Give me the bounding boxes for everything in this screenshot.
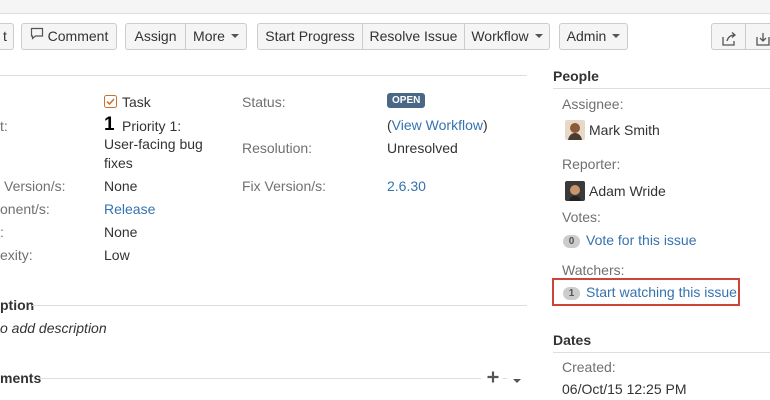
priority-1-icon: 1 [104, 114, 115, 135]
watchers-label: Watchers: [562, 262, 625, 278]
people-heading: People [553, 68, 599, 84]
dates-heading: Dates [553, 332, 592, 348]
add-comment-plus-icon[interactable] [486, 370, 500, 384]
comments-options-chevron-down-icon[interactable] [513, 372, 521, 388]
dates-divider [553, 352, 770, 353]
labels-value: None [104, 224, 138, 240]
task-icon [104, 95, 117, 111]
chevron-down-icon [612, 34, 621, 39]
workflow-button[interactable]: Workflow [465, 24, 549, 49]
workflow-group: Start Progress Resolve Issue Workflow [257, 23, 550, 50]
component-release-link[interactable]: Release [104, 201, 155, 217]
chevron-down-icon [534, 34, 543, 39]
complexity-value: Low [104, 247, 130, 263]
description-heading: ption [0, 297, 35, 313]
paren-close: ) [482, 117, 488, 133]
created-value: 06/Oct/15 12:25 PM [562, 381, 687, 397]
assignee-avatar [565, 120, 585, 140]
more-label: More [193, 28, 225, 44]
resolution-value: Unresolved [387, 140, 458, 156]
assignee-name[interactable]: Mark Smith [589, 122, 660, 138]
component-label: onent/s: [0, 201, 50, 217]
comments-divider-right [503, 378, 507, 379]
comment-label: Comment [47, 28, 109, 44]
comments-heading: ments [0, 370, 42, 386]
description-placeholder[interactable]: o add description [0, 320, 107, 336]
status-badge: OPEN [387, 93, 426, 108]
priority-value-line1: Priority 1: [122, 118, 182, 134]
priority-label: t: [0, 118, 8, 134]
fix-version-link[interactable]: 2.6.30 [387, 178, 426, 194]
admin-label: Admin [566, 28, 607, 44]
start-watching-link[interactable]: Start watching this issue [586, 284, 737, 300]
description-divider [32, 305, 527, 306]
affects-version-value: None [104, 178, 138, 194]
share-icon [721, 29, 737, 54]
comment-icon [30, 23, 44, 48]
fix-version-label: Fix Version/s: [242, 178, 327, 194]
export-button[interactable] [746, 24, 770, 49]
reporter-label: Reporter: [562, 156, 621, 172]
workflow-label: Workflow [471, 28, 529, 44]
assignee-label: Assignee: [562, 96, 624, 112]
labels-label: : [0, 224, 4, 240]
resolve-issue-button[interactable]: Resolve Issue [363, 24, 465, 49]
reporter-name[interactable]: Adam Wride [589, 183, 666, 199]
vote-for-issue-link[interactable]: Vote for this issue [586, 232, 697, 248]
votes-count-badge: 0 [563, 234, 580, 248]
export-icon [755, 29, 770, 54]
priority-value-line3: fixes [104, 155, 133, 171]
priority-value-line2: User-facing bug [104, 136, 203, 152]
export-group [711, 23, 770, 50]
resolution-label: Resolution: [242, 140, 313, 156]
status-label: Status: [242, 94, 286, 110]
admin-button[interactable]: Admin [559, 23, 628, 50]
watchers-row: 1 Start watching this issue [563, 284, 737, 300]
more-button[interactable]: More [186, 24, 246, 49]
view-workflow: (View Workflow) [387, 117, 488, 133]
start-progress-button[interactable]: Start Progress [258, 24, 363, 49]
chevron-down-icon [230, 34, 239, 39]
votes-label: Votes: [562, 209, 601, 225]
complexity-label: exity: [0, 247, 33, 263]
view-workflow-link[interactable]: View Workflow [392, 117, 483, 133]
assign-more-group: Assign More [125, 23, 247, 50]
comments-divider [37, 378, 481, 379]
comment-button[interactable]: Comment [21, 23, 117, 50]
votes-row: 0 Vote for this issue [563, 232, 697, 248]
issue-type-value: Task [122, 94, 151, 110]
reporter-avatar [565, 181, 585, 201]
watchers-count-badge: 1 [563, 286, 580, 300]
created-label: Created: [562, 359, 616, 375]
affects-version-label: Version/s: [4, 178, 66, 194]
header-strip [0, 0, 770, 14]
assign-button[interactable]: Assign [126, 24, 186, 49]
people-divider [553, 88, 770, 89]
share-button[interactable] [712, 24, 746, 49]
details-divider [0, 75, 527, 76]
edit-button[interactable]: t [0, 23, 14, 50]
